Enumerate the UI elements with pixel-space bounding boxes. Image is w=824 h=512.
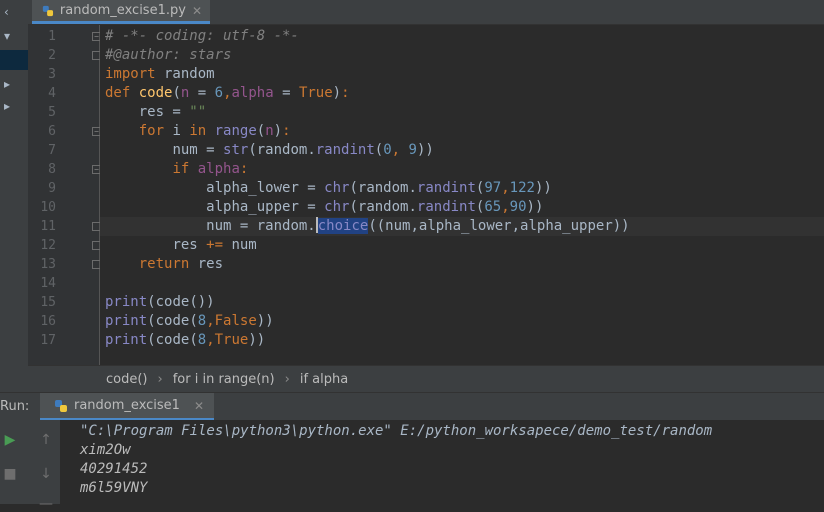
python-run-icon xyxy=(55,399,67,412)
close-tab-icon[interactable]: ✕ xyxy=(192,4,202,18)
breadcrumb-separator-icon: › xyxy=(284,371,290,387)
line-number: 7 xyxy=(48,143,56,158)
code-line-15: print(code()) xyxy=(105,294,215,310)
console-command-line: "C:\Program Files\python3\python.exe" E:… xyxy=(80,423,713,439)
line-number: 2 xyxy=(48,48,56,63)
editor-tab-random-excise1[interactable]: random_excise1.py ✕ xyxy=(32,0,210,24)
line-number: 15 xyxy=(40,295,56,310)
run-tab-label: random_excise1 xyxy=(74,398,180,413)
line-number: 14 xyxy=(40,276,56,291)
line-number: 17 xyxy=(40,333,56,348)
line-number-gutter: 1 2 3 4 5 6 7 8 9 10 11 12 13 14 15 16 1… xyxy=(28,25,101,365)
breadcrumb-item[interactable]: code() xyxy=(106,372,148,387)
run-toolbar: ▶ ↑ ■ ↓ — xyxy=(0,420,60,512)
code-line-2: #@author: stars xyxy=(105,47,232,63)
code-line-7: num = str(random.randint(0, 9)) xyxy=(172,142,434,158)
line-number: 4 xyxy=(48,86,56,101)
code-editor[interactable]: # -*- coding: utf-8 -*- #@author: stars … xyxy=(100,25,824,365)
stop-icon[interactable]: ■ xyxy=(2,466,18,482)
code-line-11-current: num = random. choice((num,alpha_lower,alp… xyxy=(100,217,824,236)
code-line-9: alpha_lower = chr(random.randint(97,122)… xyxy=(206,180,552,196)
editor-tab-bar: random_excise1.py ✕ xyxy=(28,0,824,25)
line-number: 10 xyxy=(40,200,56,215)
expand-arrow-icon[interactable]: ▸ xyxy=(4,76,22,92)
console-output-line: 40291452 xyxy=(80,461,148,477)
line-number: 13 xyxy=(40,257,56,272)
code-line-4: def code(n = 6,alpha = True): xyxy=(105,85,350,101)
code-line-6: for i in range(n): xyxy=(138,123,291,139)
folder-down-icon[interactable]: ▾ xyxy=(4,28,22,44)
line-number: 12 xyxy=(40,238,56,253)
rerun-icon[interactable]: ▶ xyxy=(2,432,18,448)
run-label: Run: xyxy=(0,399,30,414)
line-number: 3 xyxy=(48,67,56,82)
python-file-icon xyxy=(42,5,54,16)
tree-node-icon[interactable]: ▸ xyxy=(4,98,22,114)
console-output-line: xim2Ow xyxy=(80,442,131,458)
run-panel-header: Run: random_excise1 ✕ xyxy=(0,392,824,421)
selected-tree-row[interactable] xyxy=(0,50,28,70)
breadcrumb: code() › for i in range(n) › if alpha xyxy=(28,365,824,392)
line-number: 5 xyxy=(48,105,56,120)
arrow-down-icon[interactable]: ↓ xyxy=(38,466,54,482)
chevron-left-icon[interactable]: ‹ xyxy=(4,4,22,20)
breadcrumb-separator-icon: › xyxy=(157,371,163,387)
line-number: 6 xyxy=(48,124,56,139)
line-number: 9 xyxy=(48,181,56,196)
editor-tab-label: random_excise1.py xyxy=(59,3,186,18)
line-number: 16 xyxy=(40,314,56,329)
line-number: 11 xyxy=(40,219,56,234)
breadcrumb-item[interactable]: for i in range(n) xyxy=(173,372,275,387)
code-line-12: res += num xyxy=(172,237,257,253)
code-line-1: # -*- coding: utf-8 -*- xyxy=(105,28,299,44)
soft-wrap-icon[interactable]: — xyxy=(38,496,54,512)
line-number: 1 xyxy=(48,29,56,44)
arrow-up-icon[interactable]: ↑ xyxy=(38,432,54,448)
code-line-5: res = "" xyxy=(138,104,207,120)
code-line-13: return res xyxy=(138,256,224,272)
console-output-line: m6l59VNY xyxy=(80,480,148,496)
code-line-17: print(code(8,True)) xyxy=(105,332,266,348)
run-tab-random-excise1[interactable]: random_excise1 ✕ xyxy=(40,393,215,421)
run-console[interactable]: "C:\Program Files\python3\python.exe" E:… xyxy=(60,420,824,504)
code-line-3: import random xyxy=(105,66,215,82)
breadcrumb-item[interactable]: if alpha xyxy=(300,372,348,387)
code-line-16: print(code(8,False)) xyxy=(105,313,274,329)
project-tool-strip: ‹ ▾ ▸ ▸ xyxy=(0,0,29,392)
code-line-8: if alpha: xyxy=(172,161,249,177)
code-line-10: alpha_upper = chr(random.randint(65,90)) xyxy=(206,199,544,215)
close-run-tab-icon[interactable]: ✕ xyxy=(194,399,204,413)
line-number: 8 xyxy=(48,162,56,177)
